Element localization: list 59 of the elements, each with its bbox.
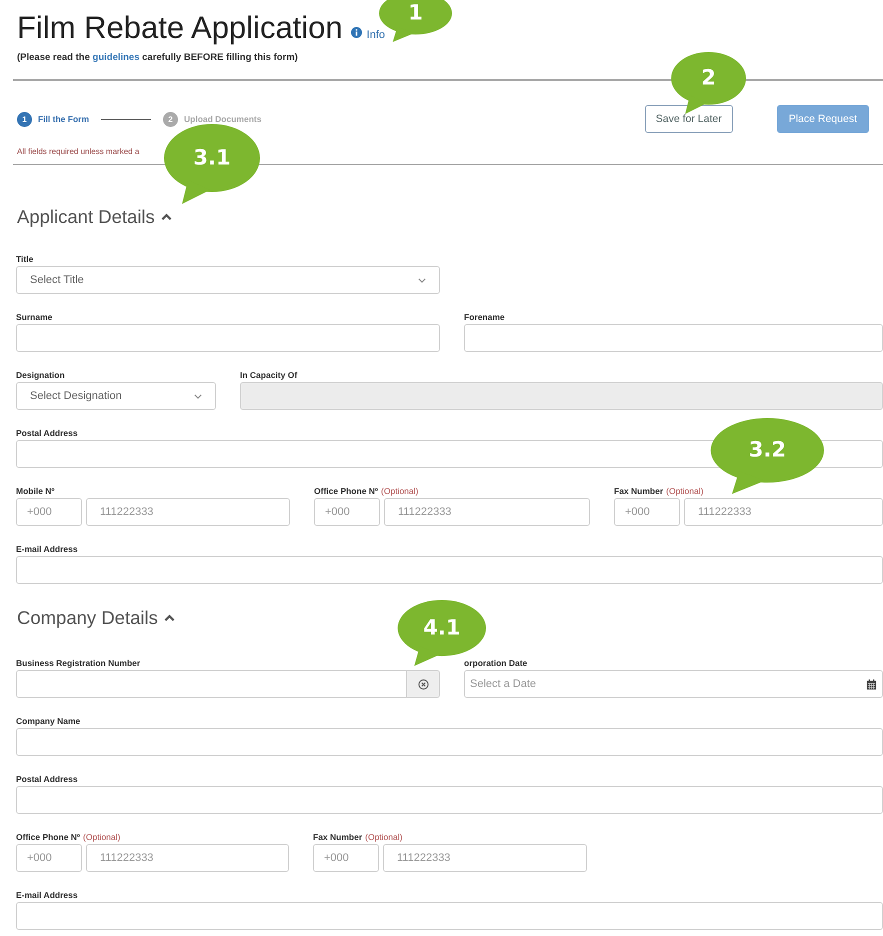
step-number: 2 [163,112,178,126]
chevron-icon[interactable] [164,614,175,622]
field-label: Postal Address [16,774,78,784]
guidelines-note: (Please read the guidelines carefully BEFORE filling this form) [17,52,299,63]
field-label: Mobile Nº [16,486,55,496]
select-field[interactable]: Select Title [16,266,440,294]
field-label: Fax Number [614,486,664,496]
input-field[interactable] [16,556,883,584]
input-field[interactable] [16,670,407,698]
info-icon [350,27,362,38]
step-number: 1 [17,112,32,126]
field-label: In Capacity Of [240,370,298,380]
input-field[interactable] [16,902,883,930]
section-heading[interactable]: Company Details [17,607,158,629]
guidelines-link[interactable]: guidelines [92,52,140,63]
input-field[interactable] [16,786,883,814]
required-note: All fields required unless marked a [17,147,140,156]
step-label[interactable]: Fill the Form [38,114,89,124]
field-label: Title [16,254,34,264]
date-field[interactable]: Select a Date [464,670,883,698]
country-code-field[interactable]: +000 [16,844,82,872]
field-label: Postal Address [16,428,78,438]
phone-number-field[interactable]: 111222333 [384,498,590,526]
optional-mark: (Optional) [83,832,120,842]
info-link[interactable]: Info [366,29,386,41]
field-label: Forename [464,312,505,322]
field-label: Office Phone Nº [16,832,80,842]
chevron-down-icon [418,278,426,282]
field-label: Designation [16,370,65,380]
select-field[interactable]: Select Designation [16,382,216,410]
country-code-field[interactable]: +000 [614,498,680,526]
country-code-field[interactable]: +000 [16,498,82,526]
phone-number-field[interactable]: 111222333 [684,498,883,526]
field-label: Business Registration Number [16,658,140,668]
country-code-field[interactable]: +000 [313,844,379,872]
optional-mark: (Optional) [381,486,418,496]
field-label: E-mail Address [16,544,78,554]
input-field[interactable] [16,728,883,756]
field-label: E-mail Address [16,890,78,900]
input-field[interactable] [464,324,883,352]
clear-icon [418,678,428,690]
field-label: Fax Number [313,832,362,842]
country-code-field[interactable]: +000 [314,498,380,526]
optional-mark: (Optional) [666,486,704,496]
field-label: Office Phone Nº [314,486,378,496]
page-title: Film Rebate Application [17,10,343,46]
phone-number-field[interactable]: 111222333 [86,498,290,526]
optional-mark: (Optional) [365,832,402,842]
phone-number-field[interactable]: 111222333 [383,844,587,872]
section-heading[interactable]: Applicant Details [17,206,155,228]
chevron-icon[interactable] [160,213,172,221]
phone-number-field[interactable]: 111222333 [86,844,289,872]
clear-button[interactable] [407,670,440,698]
save-button[interactable]: Save for Later [644,105,733,133]
field-label: orporation Date [464,658,528,668]
field-label: Company Name [16,716,80,726]
field-label: Surname [16,312,52,322]
input-field[interactable] [16,324,440,352]
chevron-down-icon [194,394,202,398]
